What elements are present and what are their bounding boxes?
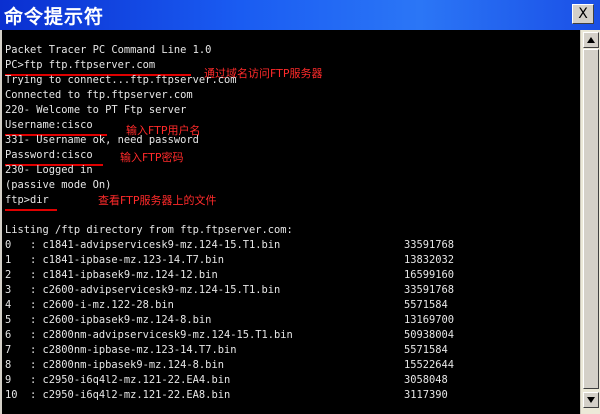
file-size: 16599160 [404, 269, 455, 281]
close-button[interactable]: X [572, 4, 594, 24]
annotation-password: 输入FTP密码 [120, 151, 184, 164]
vertical-scrollbar[interactable] [580, 30, 600, 414]
file-entry: 5 : c2600-ipbasek9-mz.124-8.bin [5, 314, 212, 326]
console-header: Packet Tracer PC Command Line 1.0 [5, 44, 212, 56]
file-entry: 0 : c1841-advipservicesk9-mz.124-15.T1.b… [5, 239, 281, 251]
file-entry: 6 : c2800nm-advipservicesk9-mz.124-15.T1… [5, 329, 293, 341]
scroll-down-arrow-icon[interactable] [583, 392, 599, 408]
output-connected: Connected to ftp.ftpserver.com [5, 89, 193, 101]
output-passive: (passive mode On) [5, 179, 112, 191]
title-bar[interactable]: 命令提示符 X [0, 0, 600, 30]
scrollbar-thumb[interactable] [583, 49, 599, 389]
file-size: 13832032 [404, 254, 455, 266]
file-size: 50938004 [404, 329, 455, 341]
file-entry: 7 : c2800nm-ipbase-mz.123-14.T7.bin [5, 344, 237, 356]
file-size: 15522644 [404, 359, 455, 371]
file-entry: 3 : c2600-advipservicesk9-mz.124-15.T1.b… [5, 284, 281, 296]
file-entry: 2 : c1841-ipbasek9-mz.124-12.bin [5, 269, 218, 281]
window-title: 命令提示符 [4, 6, 105, 28]
input-username: Username:cisco [5, 119, 93, 131]
file-size: 5571584 [404, 344, 448, 356]
underline-dir [5, 209, 57, 211]
file-entry: 8 : c2800nm-ipbasek9-mz.124-8.bin [5, 359, 224, 371]
command-prompt-window: 命令提示符 X Packet Tracer PC Command Line 1.… [0, 0, 600, 414]
file-size: 33591768 [404, 239, 455, 251]
input-password: Password:cisco [5, 149, 93, 161]
command-dir: ftp>dir [5, 194, 49, 206]
output-trying: Trying to connect...ftp.ftpserver.com [5, 74, 237, 86]
file-size: 13169700 [404, 314, 455, 326]
output-welcome: 220- Welcome to PT Ftp server [5, 104, 187, 116]
file-entry: 9 : c2950-i6q4l2-mz.121-22.EA4.bin [5, 374, 231, 386]
output-logged-in: 230- Logged in [5, 164, 93, 176]
console-output[interactable]: Packet Tracer PC Command Line 1.0 PC>ftp… [2, 30, 580, 414]
output-listing: Listing /ftp directory from ftp.ftpserve… [5, 224, 293, 236]
file-size: 3058048 [404, 374, 448, 386]
file-entry: 1 : c1841-ipbase-mz.123-14.T7.bin [5, 254, 224, 266]
file-size: 33591768 [404, 284, 455, 296]
file-entry: 4 : c2600-i-mz.122-28.bin [5, 299, 174, 311]
output-user-ok: 331- Username ok, need password [5, 134, 199, 146]
file-entry: 10 : c2950-i6q4l2-mz.121-22.EA8.bin [5, 389, 231, 401]
file-size: 3117390 [404, 389, 448, 401]
file-size: 5571584 [404, 299, 448, 311]
annotation-dir: 查看FTP服务器上的文件 [98, 194, 217, 207]
command-ftp: PC>ftp ftp.ftpserver.com [5, 59, 156, 71]
scroll-up-arrow-icon[interactable] [583, 32, 599, 48]
